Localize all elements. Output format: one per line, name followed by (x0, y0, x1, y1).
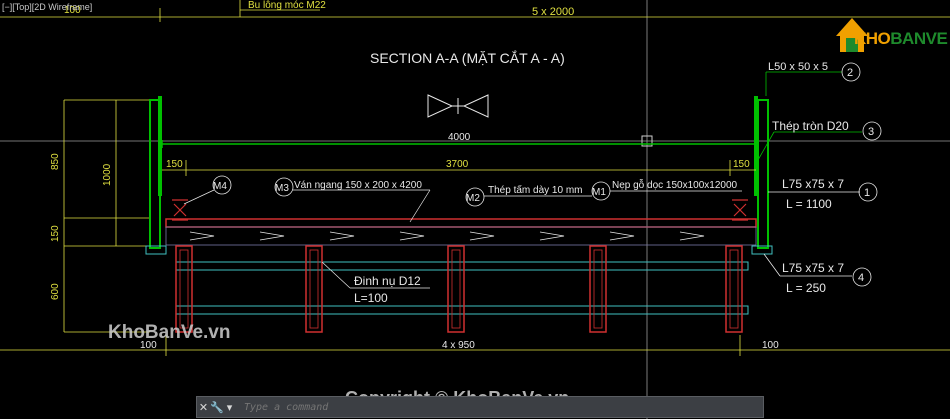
callout-3-num: 3 (868, 126, 874, 138)
callout-4-sub: L = 250 (786, 281, 826, 295)
top-dim-text: 5 x 2000 (532, 6, 574, 18)
close-icon[interactable]: ✕ (197, 401, 210, 414)
m4-label: M4 (213, 181, 227, 192)
deck-plate (165, 226, 757, 246)
dim-4000: 4000 (448, 132, 471, 143)
dim-600: 600 (50, 283, 61, 300)
dim-4x950: 4 x 950 (442, 340, 475, 351)
callout-3-text: Thép tròn D20 (772, 119, 849, 133)
dim-150-right: 150 (733, 159, 750, 170)
section-symbol-right (462, 94, 489, 118)
callout-1-text: L75 x75 x 7 (782, 177, 844, 191)
right-bracket (732, 199, 748, 221)
nail-text: Đinh nụ D12 (354, 274, 421, 288)
command-line[interactable]: ✕ 🔧 ▾ (196, 396, 764, 418)
section-title: SECTION A-A (MẶT CẮT A - A) (370, 49, 565, 66)
dim-850: 850 (50, 153, 61, 170)
callout-1-num: 1 (864, 187, 870, 199)
m2-text: Thép tấm dày 10 mm (488, 184, 582, 196)
callout-1-sub: L = 1100 (786, 197, 832, 211)
m3-label: M3 (275, 183, 289, 194)
section-symbol-left (427, 94, 454, 118)
m3-text: Ván ngang 150 x 200 x 4200 (294, 180, 422, 191)
callout-2-text: L50 x 50 x 5 (768, 61, 828, 73)
dim-1000: 1000 (102, 163, 113, 186)
viewport-controls[interactable]: [−][Top][2D Wireframe] (2, 2, 92, 12)
khobanve-logo: KHOBANVE (832, 14, 948, 58)
drawing-canvas[interactable]: Bu lông móc M22 5 x 2000 100 SECTION A-A… (0, 0, 950, 419)
m2-label: M2 (466, 193, 480, 204)
viewport-label[interactable]: [−][Top][2D Wireframe] (2, 2, 92, 12)
callout-4-text: L75 x75 x 7 (782, 261, 844, 275)
dim-3700: 3700 (446, 159, 469, 170)
deck-plank (165, 218, 757, 228)
callout-2-num: 2 (847, 67, 853, 79)
m1-text: Nẹp gỗ dọc 150x100x12000 (612, 178, 738, 191)
dim-100-right: 100 (762, 340, 779, 351)
beam-top (175, 261, 749, 271)
callout-4-num: 4 (858, 272, 864, 284)
bolt-note: Bu lông móc M22 (248, 0, 326, 11)
chevron-down-icon[interactable]: ▾ (223, 401, 236, 414)
dim-150: 150 (50, 225, 61, 242)
nail-sub: L=100 (354, 291, 388, 305)
dim-150-left: 150 (166, 159, 183, 170)
wrench-icon[interactable]: 🔧 (210, 401, 224, 414)
watermark-left: KhoBanVe.vn (108, 322, 231, 343)
m1-label: M1 (592, 187, 606, 198)
beam-bottom (175, 305, 749, 315)
deck-arrows (189, 231, 705, 241)
command-input[interactable] (242, 400, 763, 414)
right-post (757, 99, 769, 249)
girders (175, 245, 743, 333)
